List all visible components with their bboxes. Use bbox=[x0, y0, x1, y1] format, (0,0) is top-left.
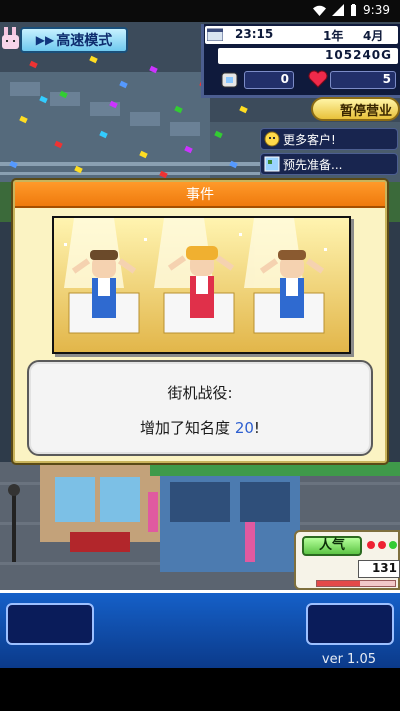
hearts-count: 5 bbox=[330, 71, 396, 89]
heart-icon bbox=[308, 70, 328, 88]
more-customers-label: 更多客户! bbox=[283, 132, 336, 147]
popularity-bar-fill bbox=[317, 581, 360, 586]
prepare-button[interactable]: 预先准备... bbox=[260, 153, 398, 175]
battery-icon bbox=[351, 4, 357, 16]
popularity-bar bbox=[316, 580, 396, 587]
smiley-icon bbox=[264, 131, 280, 147]
speed-mode-label: 高速模式 bbox=[56, 33, 113, 49]
game-clock: 23:15 bbox=[235, 27, 274, 41]
research-icon bbox=[221, 72, 238, 88]
popularity-panel[interactable]: 人气 131 bbox=[294, 530, 400, 590]
system-nav-bar bbox=[0, 668, 400, 711]
cheering-staff-image bbox=[54, 218, 349, 352]
left-menu-slot[interactable] bbox=[6, 603, 94, 645]
date-row: 23:15 1年 4月 bbox=[205, 26, 398, 44]
fast-forward-icon: ▶▶ bbox=[35, 33, 55, 47]
year-label: 1年 bbox=[323, 29, 344, 43]
event-dialog-title: 事件 bbox=[15, 182, 385, 208]
popularity-label: 人气 bbox=[302, 536, 362, 556]
event-dialog[interactable]: 事件 街机战役: 增加了知名度 20! bbox=[13, 180, 387, 463]
version-label: ver 1.05 bbox=[321, 652, 376, 667]
rabbit-icon bbox=[2, 27, 19, 49]
status-bar: 9:39 bbox=[0, 0, 400, 22]
right-menu-slot[interactable] bbox=[306, 603, 394, 645]
bottom-menu-bar: ver 1.05 bbox=[0, 590, 400, 668]
event-message-line2: 增加了知名度 20! bbox=[140, 419, 260, 437]
money-display: 105240G bbox=[218, 48, 398, 64]
closed-business-label: 暂停营业 bbox=[339, 103, 392, 119]
wifi-icon bbox=[313, 5, 327, 16]
fame-increase-value: 20 bbox=[234, 419, 254, 437]
money-value: 105240G bbox=[325, 48, 392, 62]
popularity-value: 131 bbox=[358, 560, 400, 578]
calendar-icon bbox=[207, 28, 223, 41]
points-row: 0 5 bbox=[218, 70, 398, 92]
game-screen: 9:39 ▶▶ 高速模式 23:15 1年 4月 105240G 0 5 暂停营… bbox=[0, 0, 400, 711]
research-points: 0 bbox=[244, 71, 294, 89]
month-label: 4月 bbox=[363, 29, 384, 43]
more-customers-button[interactable]: 更多客户! bbox=[260, 128, 398, 150]
prepare-label: 预先准备... bbox=[283, 157, 343, 172]
event-message-line1: 街机战役: bbox=[167, 384, 233, 402]
event-message-box: 街机战役: 增加了知名度 20! bbox=[27, 360, 373, 456]
closed-business-button[interactable]: 暂停营业 bbox=[311, 97, 400, 121]
speed-mode-button[interactable]: ▶▶ 高速模式 bbox=[20, 27, 128, 53]
status-lights-icon bbox=[367, 541, 397, 549]
map-icon bbox=[264, 156, 280, 172]
status-time: 9:39 bbox=[363, 3, 390, 17]
cell-signal-icon bbox=[332, 4, 345, 16]
event-illustration bbox=[52, 216, 351, 354]
